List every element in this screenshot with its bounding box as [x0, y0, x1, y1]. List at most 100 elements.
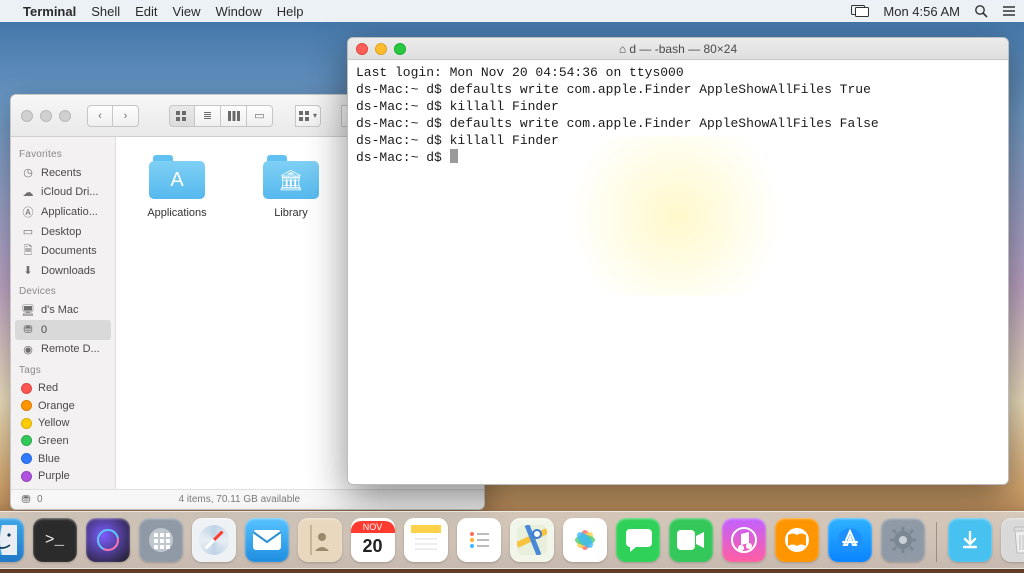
menubar: Terminal Shell Edit View Window Help Mon…: [0, 0, 1024, 22]
dock-calendar[interactable]: NOV20: [351, 518, 395, 562]
menu-help[interactable]: Help: [277, 4, 304, 19]
dock-finder[interactable]: [0, 518, 24, 562]
sidebar-tag-orange[interactable]: Orange: [11, 397, 115, 415]
close-button[interactable]: [21, 110, 33, 122]
display-mirroring-icon[interactable]: [851, 5, 869, 17]
terminal-line: ds-Mac:~ d$: [356, 150, 450, 165]
folder-applications[interactable]: A Applications: [140, 155, 214, 219]
menu-window[interactable]: Window: [216, 4, 262, 19]
folder-icon: 🏛: [263, 155, 319, 199]
disk-icon: ⛃: [19, 493, 33, 507]
dock: >_ NOV20: [0, 511, 1024, 569]
dock-launchpad[interactable]: [139, 518, 183, 562]
app-menu[interactable]: Terminal: [23, 4, 76, 19]
download-icon: ⬇: [21, 264, 35, 278]
spotlight-icon[interactable]: [974, 4, 988, 18]
dock-messages[interactable]: [616, 518, 660, 562]
terminal-line: ds-Mac:~ d$ defaults write com.apple.Fin…: [356, 82, 871, 97]
terminal-line: ds-Mac:~ d$ defaults write com.apple.Fin…: [356, 116, 879, 131]
terminal-line: Last login: Mon Nov 20 04:54:36 on ttys0…: [356, 65, 684, 80]
sidebar-item-desktop[interactable]: ▭Desktop: [11, 222, 115, 242]
folder-label: Applications: [147, 207, 206, 219]
dock-facetime[interactable]: [669, 518, 713, 562]
menu-shell[interactable]: Shell: [91, 4, 120, 19]
sidebar-item-remote-disc[interactable]: ◉Remote D...: [11, 340, 115, 360]
dock-appstore[interactable]: [828, 518, 872, 562]
sidebar-tag-yellow[interactable]: Yellow: [11, 414, 115, 432]
terminal-line: ds-Mac:~ d$ killall Finder: [356, 99, 559, 114]
sidebar-item-this-mac[interactable]: 🖥d's Mac: [11, 300, 115, 320]
tag-dot-orange-icon: [21, 400, 32, 411]
folder-library[interactable]: 🏛 Library: [254, 155, 328, 219]
terminal-line: ds-Mac:~ d$ killall Finder: [356, 133, 559, 148]
compass-icon: [199, 525, 229, 555]
notification-center-icon[interactable]: [1002, 5, 1016, 17]
sidebar-tag-red[interactable]: Red: [11, 379, 115, 397]
dock-safari[interactable]: [192, 518, 236, 562]
dock-siri[interactable]: [86, 518, 130, 562]
dock-mail[interactable]: [245, 518, 289, 562]
back-button[interactable]: ‹: [87, 105, 113, 127]
sidebar-item-icloud-drive[interactable]: ☁iCloud Dri...: [11, 183, 115, 203]
menu-view[interactable]: View: [173, 4, 201, 19]
minimize-button[interactable]: [40, 110, 52, 122]
sidebar-header-devices: Devices: [11, 280, 115, 300]
arrange-group: ▾: [295, 105, 321, 127]
dock-contacts[interactable]: [298, 518, 342, 562]
clock-icon: ◷: [21, 166, 35, 180]
cloud-icon: ☁: [21, 185, 35, 199]
dock-photos[interactable]: [563, 518, 607, 562]
folder-label: Library: [274, 207, 308, 219]
view-icons-button[interactable]: [169, 105, 195, 127]
forward-button[interactable]: ›: [113, 105, 139, 127]
dock-separator: [936, 522, 937, 562]
view-mode-buttons: ≣ ▭: [169, 105, 273, 127]
menu-edit[interactable]: Edit: [135, 4, 157, 19]
sidebar-tag-green[interactable]: Green: [11, 432, 115, 450]
terminal-window: ⌂ d — -bash — 80×24 Last login: Mon Nov …: [347, 37, 1009, 485]
terminal-cursor: [450, 149, 458, 163]
finder-traffic-lights: [21, 110, 71, 122]
view-gallery-button[interactable]: ▭: [247, 105, 273, 127]
tag-dot-green-icon: [21, 435, 32, 446]
dock-itunes[interactable]: [722, 518, 766, 562]
sidebar-item-downloads[interactable]: ⬇Downloads: [11, 261, 115, 281]
dock-system-preferences[interactable]: [881, 518, 925, 562]
dock-maps[interactable]: [510, 518, 554, 562]
menubar-clock[interactable]: Mon 4:56 AM: [883, 4, 960, 19]
home-icon: ⌂: [619, 42, 626, 56]
dock-reminders[interactable]: [457, 518, 501, 562]
tag-dot-yellow-icon: [21, 418, 32, 429]
tag-dot-purple-icon: [21, 471, 32, 482]
sidebar-item-disk-0[interactable]: ⛃0: [15, 320, 111, 340]
sidebar-tag-blue[interactable]: Blue: [11, 450, 115, 468]
sidebar-header-tags: Tags: [11, 359, 115, 379]
sidebar-item-applications[interactable]: ⒶApplicatio...: [11, 202, 115, 222]
nav-buttons: ‹ ›: [87, 105, 139, 127]
dock-trash[interactable]: [1001, 518, 1024, 562]
document-icon: 🗎: [21, 244, 35, 258]
status-summary: 4 items, 70.11 GB available: [43, 494, 436, 505]
view-columns-button[interactable]: [221, 105, 247, 127]
dock-ibooks[interactable]: [775, 518, 819, 562]
desktop-icon: ▭: [21, 225, 35, 239]
arrange-button[interactable]: ▾: [295, 105, 321, 127]
terminal-titlebar[interactable]: ⌂ d — -bash — 80×24: [348, 38, 1008, 60]
finder-sidebar: Favorites ◷Recents ☁iCloud Dri... ⒶAppli…: [11, 137, 116, 489]
disk-icon: ⛃: [21, 323, 35, 337]
sidebar-item-recents[interactable]: ◷Recents: [11, 163, 115, 183]
zoom-button[interactable]: [59, 110, 71, 122]
dock-terminal[interactable]: >_: [33, 518, 77, 562]
dock-downloads[interactable]: [948, 518, 992, 562]
sidebar-header-favorites: Favorites: [11, 143, 115, 163]
tag-dot-red-icon: [21, 383, 32, 394]
view-list-button[interactable]: ≣: [195, 105, 221, 127]
globe-icon: ◉: [21, 342, 35, 356]
terminal-body[interactable]: Last login: Mon Nov 20 04:54:36 on ttys0…: [348, 60, 1008, 484]
folder-icon: A: [149, 155, 205, 199]
dock-notes[interactable]: [404, 518, 448, 562]
sidebar-item-documents[interactable]: 🗎Documents: [11, 241, 115, 261]
app-icon: Ⓐ: [21, 205, 35, 219]
tag-dot-blue-icon: [21, 453, 32, 464]
sidebar-tag-purple[interactable]: Purple: [11, 467, 115, 485]
